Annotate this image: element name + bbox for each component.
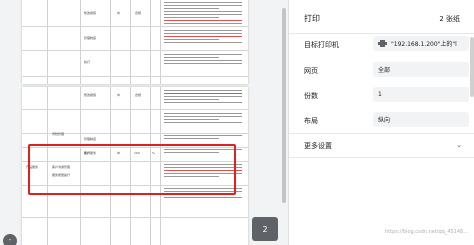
print-preview: 整改措施 中 合规 管理制度 执行 整改措施 中 合规 风险管理 管理制度 执行… <box>0 0 288 245</box>
layout-label: 布局 <box>304 117 318 125</box>
doc-cell: 合规 <box>135 93 142 97</box>
preview-page-1: 整改措施 中 合规 管理制度 执行 <box>22 0 248 84</box>
doc-cell: 合规 <box>135 11 142 15</box>
copies-label: 份数 <box>304 92 318 100</box>
copies-input[interactable]: 1 <box>373 87 469 102</box>
more-settings-toggle[interactable]: 更多设置 <box>304 141 332 151</box>
preview-scrollbar-thumb[interactable] <box>282 8 286 203</box>
copies-value: 1 <box>378 91 382 98</box>
chevron-down-icon[interactable]: ⌄ <box>456 141 462 149</box>
sheet-count: 2 张纸 <box>439 15 460 23</box>
destination-select[interactable]: "192.168.1.200"上的"l <box>373 36 469 51</box>
pages-label: 网页 <box>304 67 318 75</box>
watermark-text: https://blog.csdn.net/qq_45148... <box>384 229 468 235</box>
doc-cell: 管理制度 <box>84 36 97 40</box>
group-label: 风险管理 <box>52 132 65 136</box>
pages-select[interactable]: 全部 <box>373 62 469 77</box>
doc-cell: 执行 <box>84 60 91 64</box>
panel-scrollbar[interactable] <box>470 37 474 97</box>
layout-select[interactable]: 纵向 <box>373 112 469 127</box>
zoom-out-button[interactable]: - <box>3 234 17 245</box>
doc-cell: 管理制度 <box>84 137 97 141</box>
destination-label: 目标打印机 <box>304 41 339 49</box>
doc-cell: 中 <box>117 93 121 97</box>
doc-cell: 中 <box>117 11 121 15</box>
destination-value: "192.168.1.200"上的"l <box>391 41 457 48</box>
page-indicator: 2 <box>252 217 278 241</box>
doc-cell: 整改措施 <box>84 11 97 15</box>
highlight-annotation-box <box>28 144 236 195</box>
pages-value: 全部 <box>378 67 391 74</box>
doc-cell: 整改措施 <box>84 93 97 97</box>
layout-value: 纵向 <box>378 117 391 124</box>
printer-icon <box>378 40 387 47</box>
dialog-title: 打印 <box>304 14 320 23</box>
print-settings-panel: 打印 2 张纸 目标打印机 "192.168.1.200"上的"l 网页 全部 … <box>288 0 474 245</box>
